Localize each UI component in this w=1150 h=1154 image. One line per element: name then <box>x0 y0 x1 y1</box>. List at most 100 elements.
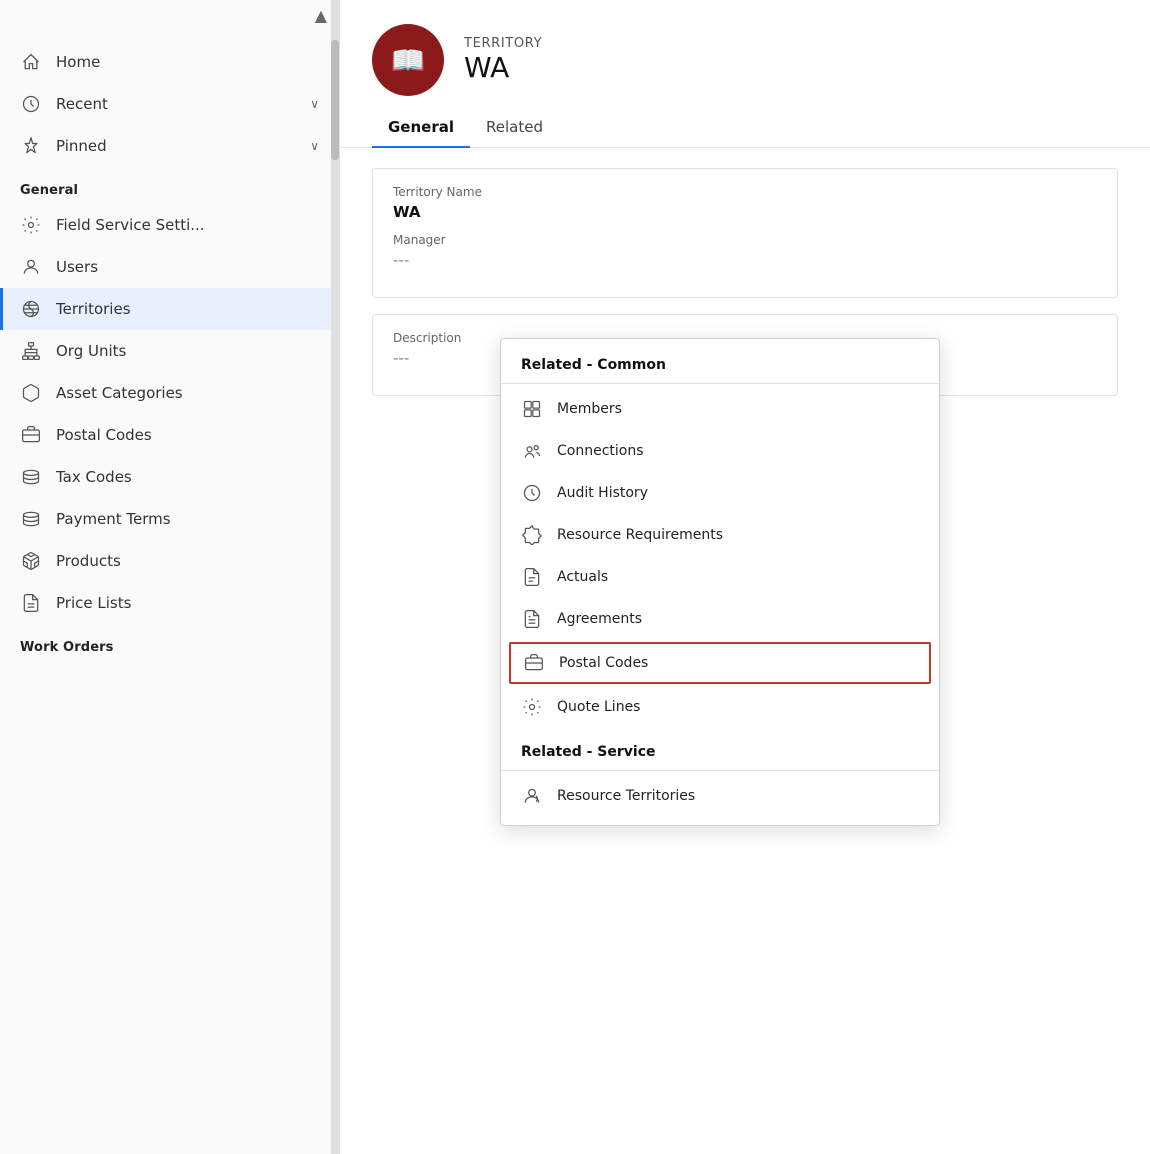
pinned-chevron: ∨ <box>310 139 319 153</box>
tab-general[interactable]: General <box>372 108 470 148</box>
sidebar-item-users-label: Users <box>56 258 98 276</box>
sidebar-item-territories-label: Territories <box>56 300 131 318</box>
user-icon <box>20 256 42 278</box>
territory-name-label: Territory Name <box>393 185 1097 199</box>
sidebar-item-org-units-label: Org Units <box>56 342 126 360</box>
manager-field: Manager --- <box>393 233 1097 269</box>
sidebar-item-asset-categories-label: Asset Categories <box>56 384 183 402</box>
sidebar-item-tax-codes[interactable]: Tax Codes <box>0 456 339 498</box>
manager-row: Manager --- <box>393 233 1097 269</box>
dropdown-item-actuals-label: Actuals <box>557 569 608 585</box>
asset-categories-icon <box>20 382 42 404</box>
main-content: 📖 TERRITORY WA General Related Territory… <box>340 0 1150 1154</box>
sidebar-item-products-label: Products <box>56 552 121 570</box>
dropdown-item-audit-history[interactable]: Audit History <box>501 472 939 514</box>
quote-lines-icon <box>521 696 543 718</box>
record-avatar: 📖 <box>372 24 444 96</box>
dropdown-item-members[interactable]: Members <box>501 388 939 430</box>
connections-icon <box>521 440 543 462</box>
dropdown-divider-2 <box>501 770 939 771</box>
sidebar-scrollbar[interactable] <box>331 0 339 1154</box>
sidebar-scroll-area: Home Recent ∨ Pinned ∨ General Field Ser… <box>0 29 339 1154</box>
sidebar-item-payment-terms[interactable]: Payment Terms <box>0 498 339 540</box>
dropdown-item-postal-codes-label: Postal Codes <box>559 655 648 671</box>
gear-icon <box>20 214 42 236</box>
record-title-group: TERRITORY WA <box>464 36 542 84</box>
sidebar-item-field-service-label: Field Service Setti... <box>56 216 205 234</box>
globe-icon <box>20 298 42 320</box>
sidebar-item-pinned-label: Pinned <box>56 137 107 155</box>
dropdown-item-members-label: Members <box>557 401 622 417</box>
sidebar-item-price-lists-label: Price Lists <box>56 594 131 612</box>
pin-icon <box>20 135 42 157</box>
dropdown-item-connections[interactable]: Connections <box>501 430 939 472</box>
postal-codes-icon <box>20 424 42 446</box>
sidebar-item-org-units[interactable]: Org Units <box>0 330 339 372</box>
manager-value: --- <box>393 251 1097 269</box>
dropdown-item-connections-label: Connections <box>557 443 644 459</box>
sidebar-item-users[interactable]: Users <box>0 246 339 288</box>
dropdown-section-service-header: Related - Service <box>501 734 939 766</box>
price-lists-icon <box>20 592 42 614</box>
dropdown-item-agreements[interactable]: Agreements <box>501 598 939 640</box>
sidebar-item-recent-label: Recent <box>56 95 108 113</box>
record-header: 📖 TERRITORY WA <box>340 0 1150 108</box>
form-area: Territory Name WA Manager --- Descriptio… <box>340 148 1150 1154</box>
sidebar-section-general: General <box>0 167 339 204</box>
sidebar-item-products[interactable]: Products <box>0 540 339 582</box>
collapse-icon: ▲ <box>315 6 327 25</box>
sidebar-section-work-orders: Work Orders <box>0 624 339 661</box>
recent-chevron: ∨ <box>310 97 319 111</box>
sidebar-collapse-button[interactable]: ▲ <box>0 0 339 29</box>
resource-territories-icon <box>521 785 543 807</box>
dropdown-item-resource-territories-label: Resource Territories <box>557 788 695 804</box>
sidebar-scrollbar-thumb <box>331 40 339 160</box>
sidebar-item-home[interactable]: Home <box>0 41 339 83</box>
hierarchy-icon <box>20 340 42 362</box>
record-entity-type: TERRITORY <box>464 36 542 51</box>
sidebar-item-postal-codes[interactable]: Postal Codes <box>0 414 339 456</box>
dropdown-item-actuals[interactable]: Actuals <box>501 556 939 598</box>
members-icon <box>521 398 543 420</box>
dropdown-item-agreements-label: Agreements <box>557 611 642 627</box>
postal-codes-dropdown-icon <box>523 652 545 674</box>
territory-name-value: WA <box>393 203 1097 221</box>
sidebar-item-recent[interactable]: Recent ∨ <box>0 83 339 125</box>
products-icon <box>20 550 42 572</box>
home-icon <box>20 51 42 73</box>
actuals-icon <box>521 566 543 588</box>
dropdown-item-postal-codes[interactable]: Postal Codes <box>509 642 931 684</box>
sidebar-item-tax-codes-label: Tax Codes <box>56 468 132 486</box>
sidebar-item-field-service[interactable]: Field Service Setti... <box>0 204 339 246</box>
record-name: WA <box>464 51 542 84</box>
territory-name-field: Territory Name WA <box>393 185 1097 221</box>
sidebar-item-payment-terms-label: Payment Terms <box>56 510 171 528</box>
sidebar-item-postal-codes-label: Postal Codes <box>56 426 152 444</box>
dropdown-item-resource-requirements[interactable]: Resource Requirements <box>501 514 939 556</box>
tabs-bar: General Related <box>340 108 1150 148</box>
tab-related[interactable]: Related <box>470 108 559 148</box>
sidebar-item-territories[interactable]: Territories <box>0 288 339 330</box>
dropdown-item-audit-history-label: Audit History <box>557 485 648 501</box>
dropdown-item-resource-territories[interactable]: Resource Territories <box>501 775 939 817</box>
form-section-territory: Territory Name WA Manager --- <box>372 168 1118 298</box>
manager-label: Manager <box>393 233 1097 247</box>
territory-row: Territory Name WA <box>393 185 1097 221</box>
agreements-icon <box>521 608 543 630</box>
related-dropdown: Related - Common Members Connections <box>500 338 940 826</box>
sidebar-item-pinned[interactable]: Pinned ∨ <box>0 125 339 167</box>
avatar-icon: 📖 <box>391 44 426 77</box>
dropdown-item-quote-lines[interactable]: Quote Lines <box>501 686 939 728</box>
sidebar: ▲ Home Recent ∨ Pinned ∨ General <box>0 0 340 1154</box>
sidebar-item-asset-categories[interactable]: Asset Categories <box>0 372 339 414</box>
payment-terms-icon <box>20 508 42 530</box>
dropdown-divider-1 <box>501 383 939 384</box>
sidebar-item-price-lists[interactable]: Price Lists <box>0 582 339 624</box>
dropdown-item-quote-lines-label: Quote Lines <box>557 699 640 715</box>
audit-history-icon <box>521 482 543 504</box>
tax-codes-icon <box>20 466 42 488</box>
clock-icon <box>20 93 42 115</box>
resource-requirements-icon <box>521 524 543 546</box>
dropdown-item-resource-requirements-label: Resource Requirements <box>557 527 723 543</box>
dropdown-section-common-header: Related - Common <box>501 347 939 379</box>
